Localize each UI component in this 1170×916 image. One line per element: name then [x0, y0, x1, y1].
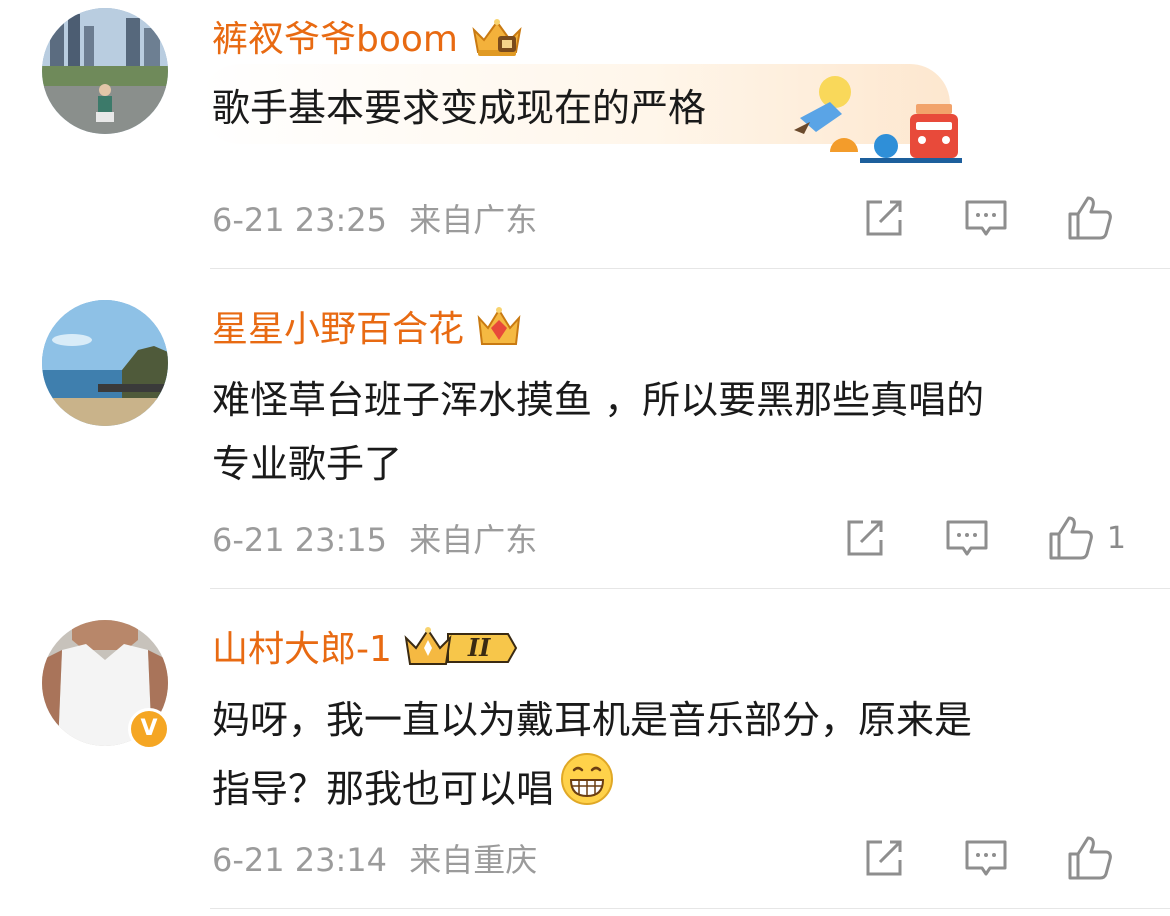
avatar-image [42, 8, 168, 134]
username-row: 裤衩爷爷boom [212, 16, 524, 64]
divider [210, 268, 1170, 269]
verified-badge-icon: V [128, 708, 170, 750]
username-row: 星星小野百合花 [212, 306, 522, 354]
forward-icon [866, 200, 902, 236]
comment-text-line: 歌手基本要求变成现在的严格 [212, 86, 707, 130]
bubble-sticker-icon [790, 74, 970, 170]
comment-text-line-2: 指导？那我也可以唱 [212, 752, 1132, 825]
comment-icon [965, 200, 1007, 236]
comment-text-line: 妈呀，我一直以为戴耳机是音乐部分，原来是 [212, 698, 973, 742]
comment-meta: 6-21 23:15 来自广东 [212, 520, 537, 560]
like-button[interactable] [1066, 194, 1126, 242]
forward-icon [866, 840, 902, 876]
comment-text: 难怪草台班子浑水摸鱼 ，所以要黑那些真唱的 专业歌手了 [212, 368, 1132, 496]
forward-button[interactable] [862, 196, 906, 240]
like-count: 1 [1106, 520, 1126, 556]
location: 来自广东 [409, 201, 538, 239]
comment-actions: 1 [843, 514, 1126, 562]
comment-actions [862, 834, 1126, 882]
comment-icon [965, 840, 1007, 876]
location: 来自重庆 [409, 841, 538, 879]
comment-icon [946, 520, 988, 556]
comment-item: 裤衩爷爷boom 歌手基本要求变成现在的严格 6-21 23:25 来自广东 [0, 0, 1170, 270]
avatar-image [42, 300, 168, 426]
forward-icon [847, 520, 883, 556]
timestamp: 6-21 23:15 [212, 521, 388, 559]
username[interactable]: 山村大郎-1 [212, 628, 392, 672]
comment-actions [862, 194, 1126, 242]
comment-text: 歌手基本要求变成现在的严格 [212, 76, 1132, 140]
thumbs-up-icon [1068, 196, 1112, 240]
comment-text-line: 指导？那我也可以唱 [212, 766, 555, 811]
thumbs-up-icon [1049, 516, 1093, 560]
forward-button[interactable] [843, 516, 887, 560]
crown-gem-badge-icon [476, 306, 522, 354]
timestamp: 6-21 23:25 [212, 201, 388, 239]
crown-level-badge-icon: II [404, 626, 520, 674]
badge-level: II [467, 633, 491, 662]
comment-meta: 6-21 23:25 来自广东 [212, 200, 537, 240]
location: 来自广东 [409, 521, 538, 559]
username[interactable]: 星星小野百合花 [212, 308, 464, 352]
comment-text: 妈呀，我一直以为戴耳机是音乐部分，原来是 指导？那我也可以唱 [212, 688, 1132, 825]
like-button[interactable]: 1 [1047, 514, 1126, 562]
timestamp: 6-21 23:14 [212, 841, 388, 879]
verified-mark: V [140, 716, 158, 741]
crown-badge-icon [470, 16, 524, 64]
like-button[interactable] [1066, 834, 1126, 882]
username-row: 山村大郎-1 II [212, 626, 520, 674]
avatar[interactable] [42, 300, 168, 426]
comment-text-line: 难怪草台班子浑水摸鱼 ，所以要黑那些真唱的 [212, 378, 985, 422]
comment-item: 星星小野百合花 难怪草台班子浑水摸鱼 ，所以要黑那些真唱的 专业歌手了 6-21… [0, 270, 1170, 590]
forward-button[interactable] [862, 836, 906, 880]
comment-meta: 6-21 23:14 来自重庆 [212, 840, 537, 880]
reply-button[interactable] [964, 836, 1008, 880]
avatar[interactable] [42, 8, 168, 134]
reply-button[interactable] [964, 196, 1008, 240]
grin-emoji-icon [560, 752, 614, 825]
thumbs-up-icon [1068, 836, 1112, 880]
divider [210, 588, 1170, 589]
username[interactable]: 裤衩爷爷boom [212, 18, 458, 62]
divider [210, 908, 1170, 909]
reply-button[interactable] [945, 516, 989, 560]
comment-text-line: 专业歌手了 [212, 442, 403, 486]
comment-item: V 山村大郎-1 II 妈呀，我一直以为戴耳机是音乐部分，原来是 指导？那我也可… [0, 590, 1170, 916]
